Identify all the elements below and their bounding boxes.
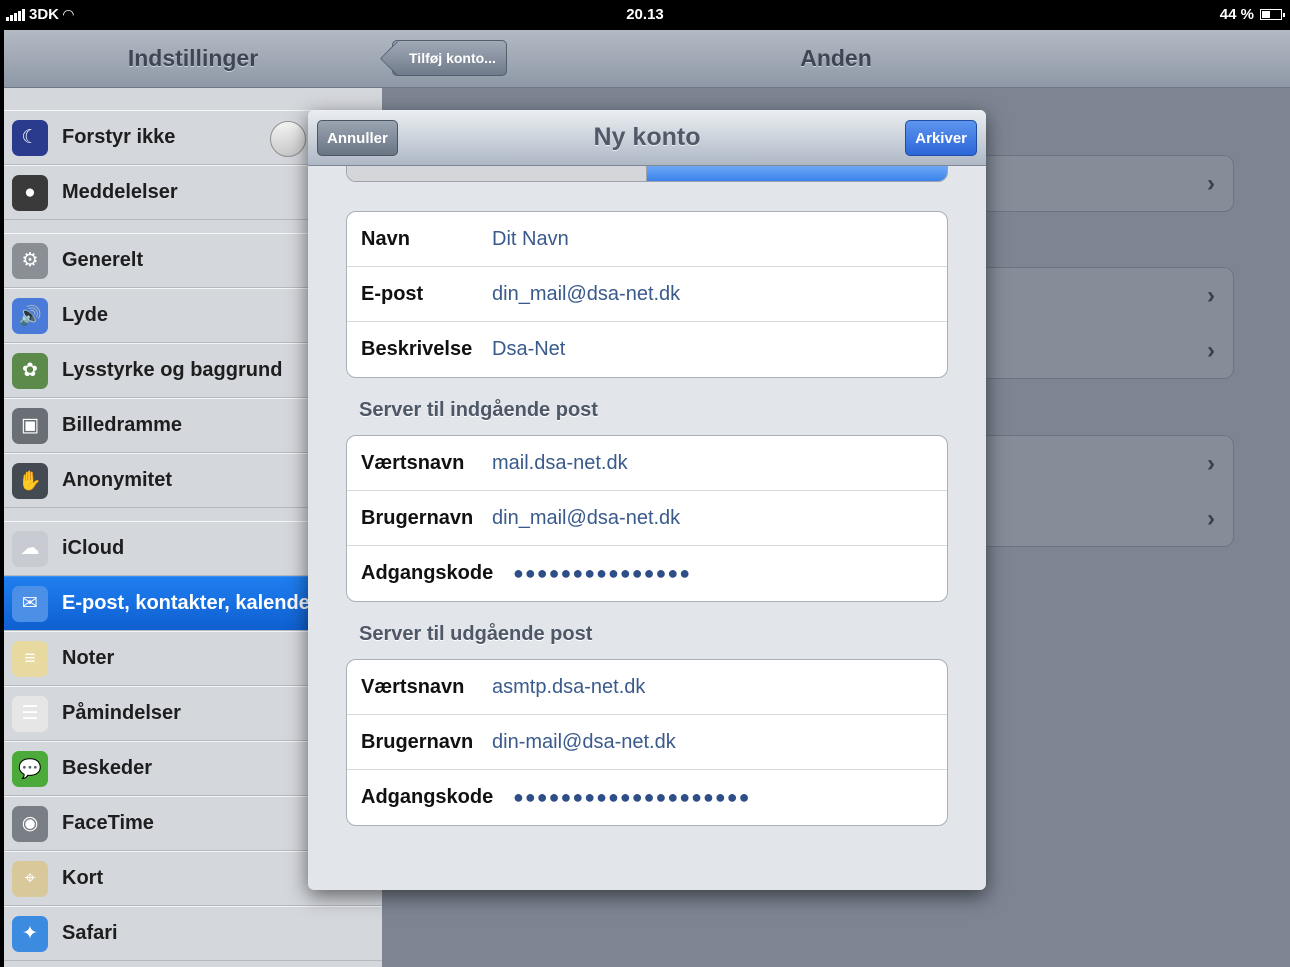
- detail-group-3: › ›: [972, 435, 1234, 547]
- sidebar-item-label: Forstyr ikke: [62, 126, 176, 148]
- speaker-icon: 🔊: [12, 297, 48, 334]
- account-group: Navn Dit Navn E-post din_mail@dsa-net.dk Bes…: [346, 211, 948, 378]
- battery-percent: 44 %: [1219, 6, 1254, 23]
- sidebar-item-label: Noter: [62, 647, 115, 669]
- notifications-icon: ●: [12, 174, 48, 211]
- field-value[interactable]: mail.dsa-net.dk: [492, 452, 628, 475]
- detail-group-1: ›: [972, 155, 1234, 212]
- form-row: Adgangskode ●●●●●●●●●●●●●●●: [347, 546, 947, 601]
- status-right: 44 %: [1219, 6, 1285, 23]
- detail-row[interactable]: ›: [973, 268, 1233, 323]
- sidebar-item-label: Beskeder: [62, 757, 153, 779]
- sidebar-item-label: Anonymitet: [62, 469, 172, 491]
- settings-header: Indstillinger: [4, 30, 382, 88]
- sidebar-item[interactable]: ✦ Safari: [4, 906, 382, 961]
- incoming-group: Værtsnavn mail.dsa-net.dk Brugernavn din_ma…: [346, 435, 948, 602]
- field-value[interactable]: din_mail@dsa-net.dk: [492, 283, 680, 306]
- field-value[interactable]: din-mail@dsa-net.dk: [492, 731, 676, 754]
- form-row: Brugernavn din-mail@dsa-net.dk: [347, 715, 947, 770]
- field-label: Brugernavn: [361, 506, 474, 529]
- status-time: 20.13: [626, 6, 664, 23]
- field-label: Adgangskode: [361, 562, 494, 584]
- chevron-right-icon: ›: [1207, 337, 1215, 364]
- sidebar-item-label: Påmindelser: [62, 702, 181, 724]
- sidebar-item-label: Kort: [62, 867, 104, 889]
- form-row: Beskrivelse Dsa-Net: [347, 322, 947, 377]
- sidebar-item-label: Safari: [62, 922, 118, 944]
- detail-group-2: › ›: [972, 267, 1234, 379]
- brightness-icon: ✿: [12, 352, 48, 389]
- cloud-icon: ☁: [12, 530, 48, 567]
- segment-right[interactable]: [647, 166, 947, 181]
- field-value[interactable]: din_mail@dsa-net.dk: [492, 507, 680, 530]
- messages-icon: 💬: [12, 750, 48, 787]
- field-label: Brugernavn: [361, 730, 474, 753]
- chevron-right-icon: ›: [1207, 282, 1215, 309]
- settings-title: Indstillinger: [127, 45, 259, 71]
- sidebar-item-label: E-post, kontakter, kalender: [62, 592, 318, 614]
- field-value[interactable]: Dit Navn: [492, 228, 569, 251]
- scrolled-segment: [346, 166, 948, 182]
- sidebar-item-label: Generelt: [62, 249, 144, 271]
- outgoing-group: Værtsnavn asmtp.dsa-net.dk Brugernavn din-m…: [346, 659, 948, 826]
- safari-icon: ✦: [12, 915, 48, 952]
- detail-row[interactable]: ›: [973, 156, 1233, 211]
- moon-icon: ☾: [12, 119, 48, 156]
- new-account-modal: Annuller Ny konto Arkiver Navn Dit Navn E-…: [308, 110, 986, 890]
- sidebar-item-label: iCloud: [62, 537, 125, 559]
- field-label: Værtsnavn: [361, 675, 465, 698]
- form-row: Værtsnavn mail.dsa-net.dk: [347, 436, 947, 491]
- detail-header: Tilføj konto... Anden: [382, 30, 1290, 88]
- sidebar-item-label: Billedramme: [62, 414, 183, 436]
- sidebar-item-label: FaceTime: [62, 812, 154, 834]
- save-button[interactable]: Arkiver: [905, 120, 977, 156]
- field-label: Beskrivelse: [361, 338, 473, 360]
- back-button-label: Tilføj konto...: [409, 50, 496, 66]
- chevron-right-icon: ›: [1207, 505, 1215, 532]
- detail-title: Anden: [800, 45, 872, 71]
- picture-frame-icon: ▣: [12, 407, 48, 444]
- password-field[interactable]: ●●●●●●●●●●●●●●●●●●●●: [513, 787, 750, 808]
- modal-title: Ny konto: [593, 123, 701, 151]
- form-row: E-post din_mail@dsa-net.dk: [347, 267, 947, 322]
- status-bar: 3DK ◠ 20.13 44 %: [0, 0, 1290, 30]
- sidebar-item-label: Lysstyrke og baggrund: [62, 359, 283, 381]
- maps-icon: ⌖: [12, 860, 48, 897]
- form-row: Værtsnavn asmtp.dsa-net.dk: [347, 660, 947, 715]
- field-value[interactable]: asmtp.dsa-net.dk: [492, 676, 645, 699]
- outgoing-section-label: Server til udgående post: [359, 623, 593, 645]
- hand-icon: ✋: [12, 462, 48, 499]
- detail-row[interactable]: ›: [973, 323, 1233, 378]
- gear-icon: ⚙: [12, 242, 48, 279]
- battery-icon: [1260, 9, 1285, 20]
- form-row: Brugernavn din_mail@dsa-net.dk: [347, 491, 947, 546]
- facetime-icon: ◉: [12, 805, 48, 842]
- sidebar-item-label: Meddelelser: [62, 181, 178, 203]
- incoming-section-label: Server til indgående post: [359, 399, 598, 421]
- reminders-icon: ☰: [12, 695, 48, 732]
- detail-row[interactable]: ›: [973, 436, 1233, 491]
- field-value[interactable]: Dsa-Net: [492, 338, 565, 361]
- field-label: Adgangskode: [361, 786, 494, 808]
- chevron-right-icon: ›: [1207, 170, 1215, 197]
- segment-left[interactable]: [347, 166, 647, 181]
- chevron-right-icon: ›: [1207, 450, 1215, 477]
- mail-icon: ✉: [12, 585, 48, 622]
- field-label: Navn: [361, 227, 410, 250]
- modal-header: Annuller Ny konto Arkiver: [308, 110, 986, 166]
- notes-icon: ≡: [12, 640, 48, 677]
- field-label: Værtsnavn: [361, 451, 465, 474]
- detail-row[interactable]: ›: [973, 491, 1233, 546]
- form-row: Navn Dit Navn: [347, 212, 947, 267]
- sidebar-item-label: Lyde: [62, 304, 108, 326]
- field-label: E-post: [361, 282, 424, 305]
- form-row: Adgangskode ●●●●●●●●●●●●●●●●●●●●: [347, 770, 947, 825]
- do-not-disturb-toggle[interactable]: [270, 121, 306, 157]
- password-field[interactable]: ●●●●●●●●●●●●●●●: [513, 563, 691, 584]
